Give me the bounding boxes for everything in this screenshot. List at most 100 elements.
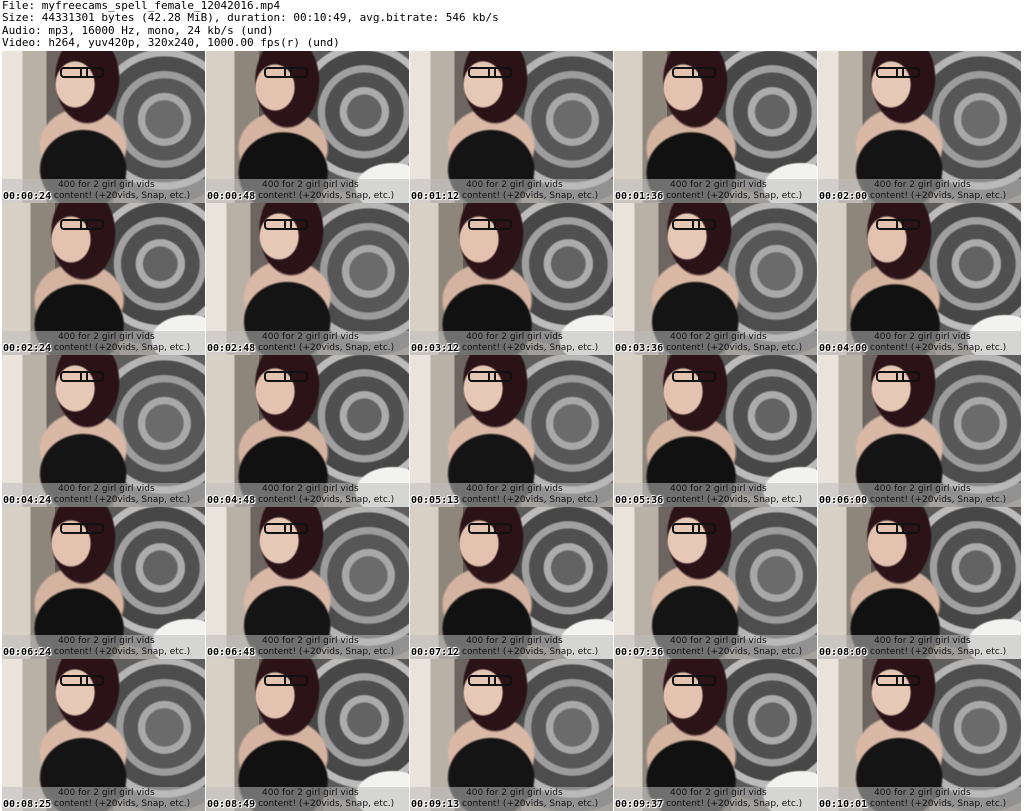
video-frame-thumbnail: 400 for 2 girl girl vids content! (+20vid… (206, 51, 409, 203)
overlay-caption-line1: 400 for 2 girl girl vids (874, 180, 971, 190)
overlay-caption-line1: 400 for 2 girl girl vids (466, 332, 563, 342)
video-frame-thumbnail: 400 for 2 girl girl vids content! (+20vid… (818, 51, 1021, 203)
overlay-caption-line2: content! (+20vids, Snap, etc.) (870, 343, 1007, 353)
frame-timestamp: 00:10:01 (819, 799, 868, 810)
video-frame-thumbnail: 400 for 2 girl girl vids content! (+20vid… (410, 51, 613, 203)
glasses-shape (876, 371, 920, 382)
video-frame-thumbnail: 400 for 2 girl girl vids content! (+20vid… (410, 203, 613, 355)
frame-timestamp: 00:08:25 (3, 799, 52, 810)
video-frame-thumbnail: 400 for 2 girl girl vids content! (+20vid… (614, 51, 817, 203)
overlay-caption-line1: 400 for 2 girl girl vids (262, 180, 359, 190)
frame-timestamp: 00:01:12 (411, 191, 460, 202)
frame-timestamp: 00:08:49 (207, 799, 256, 810)
video-frame-thumbnail: 400 for 2 girl girl vids content! (+20vid… (818, 507, 1021, 659)
overlay-caption-line2: content! (+20vids, Snap, etc.) (666, 191, 803, 201)
video-frame-thumbnail: 400 for 2 girl girl vids content! (+20vid… (410, 659, 613, 811)
thumbnail-grid: 400 for 2 girl girl vids content! (+20vid… (2, 51, 1022, 811)
overlay-caption-line1: 400 for 2 girl girl vids (466, 484, 563, 494)
overlay-caption-line2: content! (+20vids, Snap, etc.) (870, 647, 1007, 657)
overlay-caption-line2: content! (+20vids, Snap, etc.) (666, 799, 803, 809)
overlay-caption-line2: content! (+20vids, Snap, etc.) (462, 799, 599, 809)
video-frame-thumbnail: 400 for 2 girl girl vids content! (+20vid… (818, 659, 1021, 811)
glasses-shape (468, 371, 512, 382)
video-frame-thumbnail: 400 for 2 girl girl vids content! (+20vid… (410, 355, 613, 507)
frame-timestamp: 00:00:24 (3, 191, 52, 202)
overlay-caption-line2: content! (+20vids, Snap, etc.) (54, 343, 191, 353)
frame-timestamp: 00:05:13 (411, 495, 460, 506)
frame-timestamp: 00:03:12 (411, 343, 460, 354)
glasses-shape (672, 371, 716, 382)
overlay-caption-line1: 400 for 2 girl girl vids (874, 636, 971, 646)
overlay-caption-line1: 400 for 2 girl girl vids (262, 332, 359, 342)
frame-timestamp: 00:04:48 (207, 495, 256, 506)
glasses-shape (264, 219, 308, 230)
overlay-caption-line2: content! (+20vids, Snap, etc.) (54, 495, 191, 505)
overlay-caption-line2: content! (+20vids, Snap, etc.) (462, 647, 599, 657)
overlay-caption-line1: 400 for 2 girl girl vids (874, 788, 971, 798)
video-frame-thumbnail: 400 for 2 girl girl vids content! (+20vid… (206, 203, 409, 355)
overlay-caption-line1: 400 for 2 girl girl vids (670, 332, 767, 342)
frame-timestamp: 00:06:24 (3, 647, 52, 658)
video-frame-thumbnail: 400 for 2 girl girl vids content! (+20vid… (206, 355, 409, 507)
glasses-shape (876, 523, 920, 534)
glasses-shape (876, 219, 920, 230)
file-size-line: Size: 44331301 bytes (42.28 MiB), durati… (2, 11, 499, 25)
overlay-caption-line1: 400 for 2 girl girl vids (58, 332, 155, 342)
overlay-caption-line2: content! (+20vids, Snap, etc.) (54, 647, 191, 657)
video-frame-thumbnail: 400 for 2 girl girl vids content! (+20vid… (410, 507, 613, 659)
video-frame-thumbnail: 400 for 2 girl girl vids content! (+20vid… (206, 659, 409, 811)
frame-timestamp: 00:08:00 (819, 647, 868, 658)
glasses-shape (264, 67, 308, 78)
frame-timestamp: 00:02:00 (819, 191, 868, 202)
glasses-shape (672, 523, 716, 534)
video-frame-thumbnail: 400 for 2 girl girl vids content! (+20vid… (818, 203, 1021, 355)
overlay-caption-line1: 400 for 2 girl girl vids (58, 484, 155, 494)
video-frame-thumbnail: 400 for 2 girl girl vids content! (+20vid… (2, 51, 205, 203)
glasses-shape (468, 219, 512, 230)
overlay-caption-line2: content! (+20vids, Snap, etc.) (54, 191, 191, 201)
glasses-shape (60, 675, 104, 686)
overlay-caption-line2: content! (+20vids, Snap, etc.) (870, 495, 1007, 505)
glasses-shape (264, 523, 308, 534)
overlay-caption-line1: 400 for 2 girl girl vids (466, 636, 563, 646)
video-info-line: Video: h264, yuv420p, 320x240, 1000.00 f… (2, 36, 340, 50)
overlay-caption-line1: 400 for 2 girl girl vids (58, 788, 155, 798)
video-frame-thumbnail: 400 for 2 girl girl vids content! (+20vid… (206, 507, 409, 659)
glasses-shape (876, 675, 920, 686)
overlay-caption-line2: content! (+20vids, Snap, etc.) (462, 495, 599, 505)
file-info-header: File: myfreecams_spell_female_12042016.m… (2, 0, 1022, 50)
overlay-caption-line2: content! (+20vids, Snap, etc.) (258, 495, 395, 505)
glasses-shape (60, 523, 104, 534)
glasses-shape (672, 67, 716, 78)
overlay-caption-line1: 400 for 2 girl girl vids (670, 788, 767, 798)
overlay-caption-line2: content! (+20vids, Snap, etc.) (462, 191, 599, 201)
video-frame-thumbnail: 400 for 2 girl girl vids content! (+20vid… (2, 507, 205, 659)
overlay-caption-line2: content! (+20vids, Snap, etc.) (258, 343, 395, 353)
frame-timestamp: 00:04:24 (3, 495, 52, 506)
frame-timestamp: 00:01:36 (615, 191, 664, 202)
overlay-caption-line2: content! (+20vids, Snap, etc.) (258, 799, 395, 809)
overlay-caption-line1: 400 for 2 girl girl vids (58, 180, 155, 190)
overlay-caption-line2: content! (+20vids, Snap, etc.) (258, 191, 395, 201)
frame-timestamp: 00:09:37 (615, 799, 664, 810)
frame-timestamp: 00:06:00 (819, 495, 868, 506)
glasses-shape (468, 675, 512, 686)
glasses-shape (468, 523, 512, 534)
frame-timestamp: 00:07:36 (615, 647, 664, 658)
glasses-shape (264, 371, 308, 382)
overlay-caption-line1: 400 for 2 girl girl vids (262, 636, 359, 646)
frame-timestamp: 00:09:13 (411, 799, 460, 810)
glasses-shape (468, 67, 512, 78)
video-frame-thumbnail: 400 for 2 girl girl vids content! (+20vid… (2, 659, 205, 811)
glasses-shape (60, 219, 104, 230)
overlay-caption-line2: content! (+20vids, Snap, etc.) (54, 799, 191, 809)
glasses-shape (876, 67, 920, 78)
video-frame-thumbnail: 400 for 2 girl girl vids content! (+20vid… (614, 355, 817, 507)
video-frame-thumbnail: 400 for 2 girl girl vids content! (+20vid… (614, 507, 817, 659)
overlay-caption-line1: 400 for 2 girl girl vids (466, 180, 563, 190)
glasses-shape (60, 371, 104, 382)
frame-timestamp: 00:06:48 (207, 647, 256, 658)
frame-timestamp: 00:05:36 (615, 495, 664, 506)
overlay-caption-line1: 400 for 2 girl girl vids (58, 636, 155, 646)
overlay-caption-line2: content! (+20vids, Snap, etc.) (666, 647, 803, 657)
